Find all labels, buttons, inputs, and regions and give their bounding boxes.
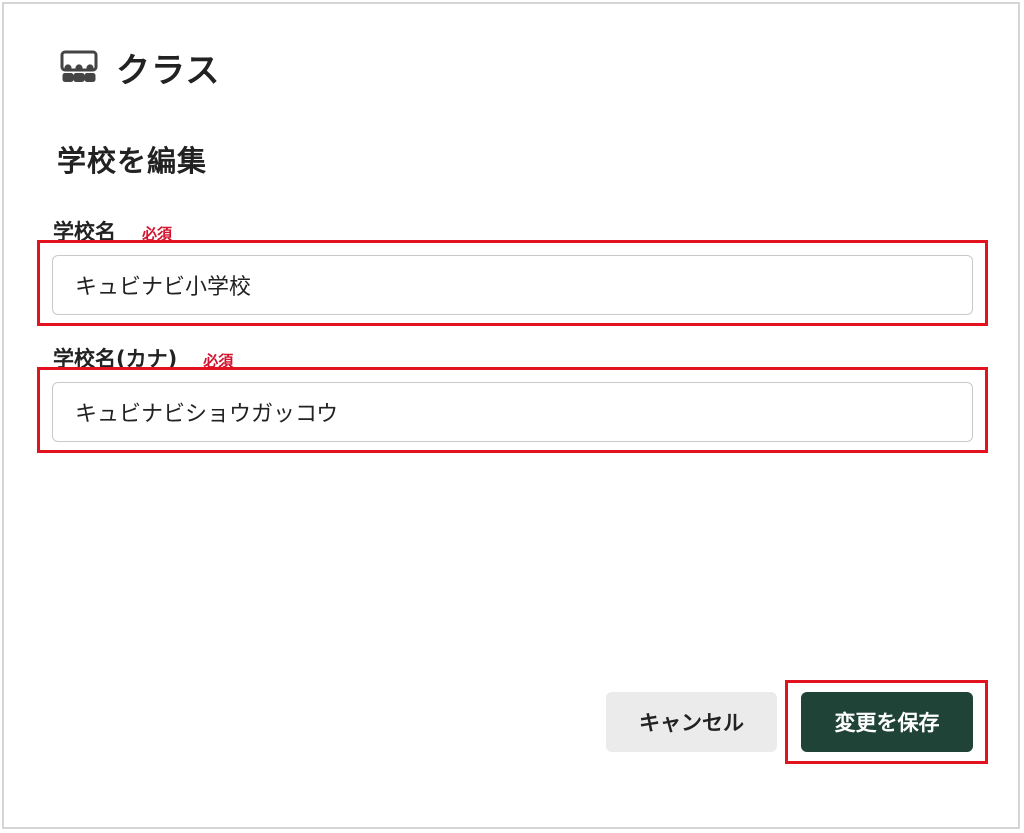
page-header: クラス [58, 44, 221, 91]
cancel-button[interactable]: キャンセル [606, 692, 777, 752]
save-changes-button[interactable]: 変更を保存 [801, 692, 973, 752]
page-title: クラス [116, 50, 221, 91]
classroom-icon [58, 49, 100, 85]
section-title: 学校を編集 [57, 144, 208, 178]
school-name-kana-input[interactable] [52, 382, 973, 442]
school-name-input[interactable] [52, 255, 973, 315]
